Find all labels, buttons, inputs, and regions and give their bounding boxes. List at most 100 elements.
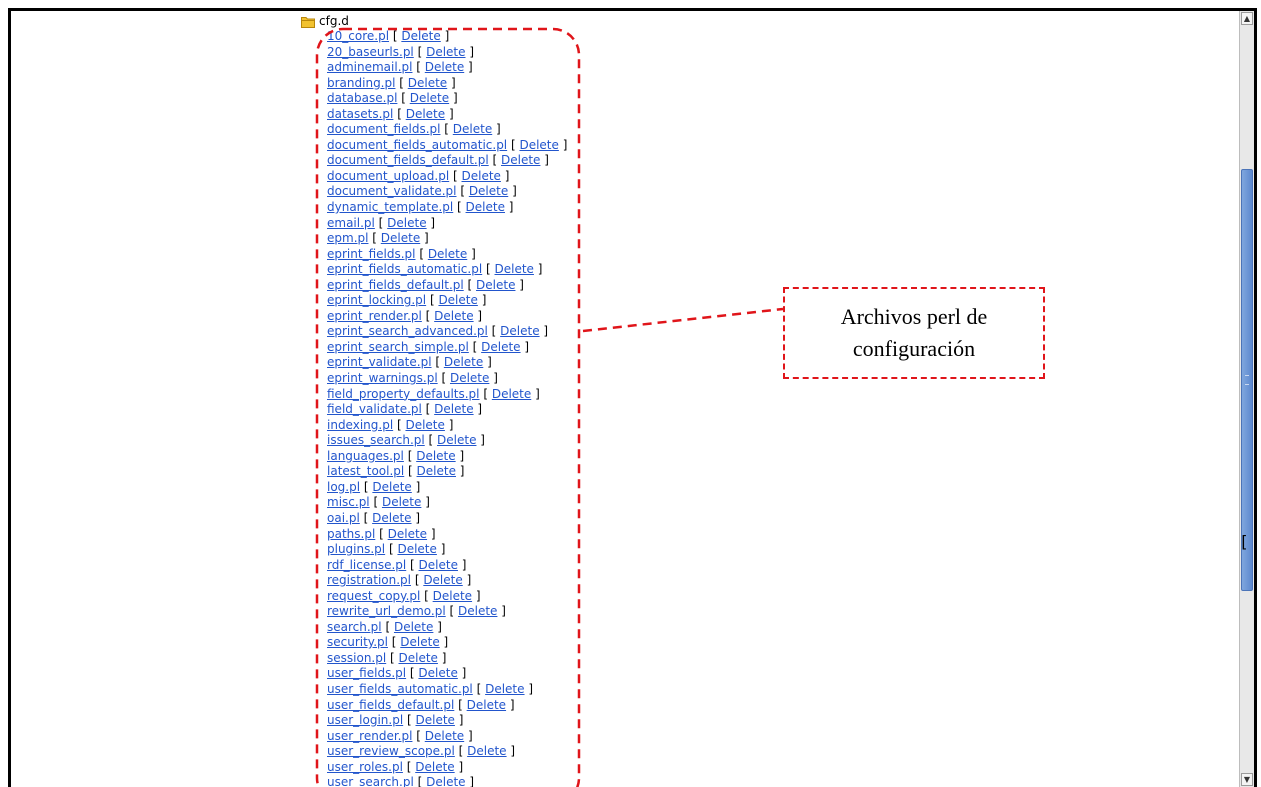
file-link[interactable]: eprint_fields_automatic.pl [327, 262, 482, 276]
delete-link[interactable]: Delete [450, 371, 489, 385]
file-link[interactable]: field_property_defaults.pl [327, 387, 480, 401]
delete-link[interactable]: Delete [433, 589, 472, 603]
delete-link[interactable]: Delete [372, 511, 411, 525]
delete-link[interactable]: Delete [453, 122, 492, 136]
file-link[interactable]: document_fields_automatic.pl [327, 138, 507, 152]
file-link[interactable]: 20_baseurls.pl [327, 45, 414, 59]
delete-link[interactable]: Delete [382, 495, 421, 509]
delete-link[interactable]: Delete [434, 309, 473, 323]
delete-link[interactable]: Delete [458, 604, 497, 618]
file-link[interactable]: user_login.pl [327, 713, 403, 727]
delete-link[interactable]: Delete [434, 402, 473, 416]
file-link[interactable]: eprint_validate.pl [327, 355, 432, 369]
delete-link[interactable]: Delete [438, 293, 477, 307]
file-link[interactable]: rewrite_url_demo.pl [327, 604, 446, 618]
file-link[interactable]: epm.pl [327, 231, 368, 245]
file-link[interactable]: misc.pl [327, 495, 370, 509]
delete-link[interactable]: Delete [416, 449, 455, 463]
file-link[interactable]: datasets.pl [327, 107, 393, 121]
file-link[interactable]: 10_core.pl [327, 29, 389, 43]
delete-link[interactable]: Delete [381, 231, 420, 245]
scroll-up-arrow-icon[interactable]: ▲ [1241, 12, 1253, 25]
file-link[interactable]: document_upload.pl [327, 169, 449, 183]
delete-link[interactable]: Delete [405, 418, 444, 432]
delete-link[interactable]: Delete [437, 433, 476, 447]
delete-link[interactable]: Delete [425, 60, 464, 74]
file-link[interactable]: request_copy.pl [327, 589, 420, 603]
file-link[interactable]: eprint_warnings.pl [327, 371, 438, 385]
delete-link[interactable]: Delete [495, 262, 534, 276]
file-link[interactable]: user_search.pl [327, 775, 414, 787]
delete-link[interactable]: Delete [469, 184, 508, 198]
file-link[interactable]: eprint_search_simple.pl [327, 340, 469, 354]
file-link[interactable]: user_render.pl [327, 729, 412, 743]
folder-row[interactable]: cfg.d [301, 14, 567, 29]
delete-link[interactable]: Delete [467, 698, 506, 712]
file-link[interactable]: document_fields.pl [327, 122, 440, 136]
delete-link[interactable]: Delete [428, 247, 467, 261]
delete-link[interactable]: Delete [519, 138, 558, 152]
delete-link[interactable]: Delete [417, 464, 456, 478]
file-link[interactable]: indexing.pl [327, 418, 393, 432]
file-link[interactable]: eprint_locking.pl [327, 293, 426, 307]
delete-link[interactable]: Delete [400, 635, 439, 649]
file-link[interactable]: oai.pl [327, 511, 360, 525]
file-link[interactable]: eprint_render.pl [327, 309, 422, 323]
delete-link[interactable]: Delete [410, 91, 449, 105]
delete-link[interactable]: Delete [425, 729, 464, 743]
file-link[interactable]: plugins.pl [327, 542, 385, 556]
delete-link[interactable]: Delete [444, 355, 483, 369]
delete-link[interactable]: Delete [387, 216, 426, 230]
file-link[interactable]: adminemail.pl [327, 60, 412, 74]
file-link[interactable]: paths.pl [327, 527, 375, 541]
file-link[interactable]: languages.pl [327, 449, 404, 463]
delete-link[interactable]: Delete [415, 760, 454, 774]
delete-link[interactable]: Delete [401, 29, 440, 43]
file-link[interactable]: eprint_search_advanced.pl [327, 324, 488, 338]
delete-link[interactable]: Delete [406, 107, 445, 121]
delete-link[interactable]: Delete [397, 542, 436, 556]
file-link[interactable]: user_roles.pl [327, 760, 403, 774]
file-link[interactable]: user_fields_automatic.pl [327, 682, 473, 696]
delete-link[interactable]: Delete [423, 573, 462, 587]
file-link[interactable]: user_fields_default.pl [327, 698, 454, 712]
delete-link[interactable]: Delete [481, 340, 520, 354]
file-link[interactable]: user_fields.pl [327, 666, 406, 680]
delete-link[interactable]: Delete [426, 45, 465, 59]
scroll-down-arrow-icon[interactable]: ▼ [1241, 773, 1253, 786]
file-link[interactable]: eprint_fields_default.pl [327, 278, 464, 292]
delete-link[interactable]: Delete [394, 620, 433, 634]
delete-link[interactable]: Delete [485, 682, 524, 696]
delete-link[interactable]: Delete [399, 651, 438, 665]
delete-link[interactable]: Delete [426, 775, 465, 787]
delete-link[interactable]: Delete [501, 153, 540, 167]
file-link[interactable]: rdf_license.pl [327, 558, 406, 572]
vertical-scrollbar[interactable]: ▲ ▼ [1239, 11, 1254, 787]
file-link[interactable]: search.pl [327, 620, 382, 634]
delete-link[interactable]: Delete [408, 76, 447, 90]
delete-link[interactable]: Delete [419, 558, 458, 572]
file-link[interactable]: user_review_scope.pl [327, 744, 455, 758]
file-link[interactable]: issues_search.pl [327, 433, 425, 447]
delete-link[interactable]: Delete [388, 527, 427, 541]
file-link[interactable]: latest_tool.pl [327, 464, 404, 478]
file-link[interactable]: eprint_fields.pl [327, 247, 416, 261]
delete-link[interactable]: Delete [415, 713, 454, 727]
file-link[interactable]: document_fields_default.pl [327, 153, 489, 167]
file-link[interactable]: registration.pl [327, 573, 411, 587]
delete-link[interactable]: Delete [466, 200, 505, 214]
scrollbar-thumb[interactable] [1241, 169, 1253, 591]
delete-link[interactable]: Delete [476, 278, 515, 292]
file-link[interactable]: email.pl [327, 216, 375, 230]
file-link[interactable]: log.pl [327, 480, 360, 494]
file-link[interactable]: document_validate.pl [327, 184, 457, 198]
file-link[interactable]: database.pl [327, 91, 397, 105]
delete-link[interactable]: Delete [500, 324, 539, 338]
delete-link[interactable]: Delete [372, 480, 411, 494]
file-link[interactable]: dynamic_template.pl [327, 200, 453, 214]
file-link[interactable]: field_validate.pl [327, 402, 422, 416]
delete-link[interactable]: Delete [467, 744, 506, 758]
file-link[interactable]: branding.pl [327, 76, 395, 90]
delete-link[interactable]: Delete [492, 387, 531, 401]
file-link[interactable]: security.pl [327, 635, 388, 649]
